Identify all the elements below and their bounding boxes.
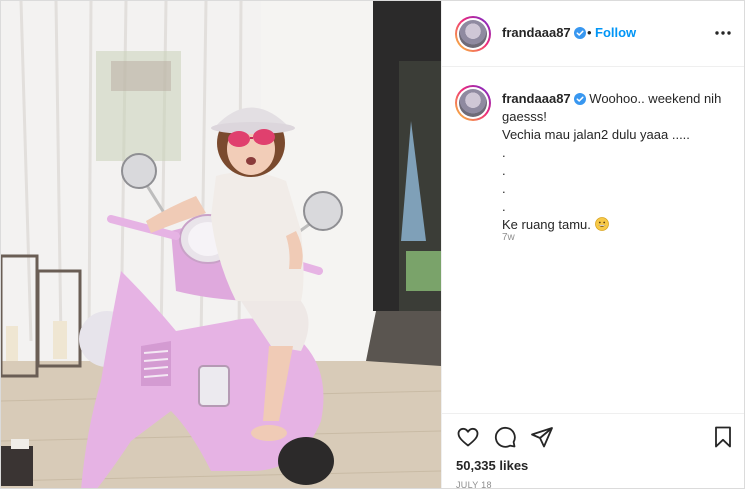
likes-count[interactable]: 50,335 likes — [456, 458, 528, 473]
header-username-text[interactable]: frandaaa87 — [502, 25, 571, 40]
follow-button[interactable]: Follow — [595, 25, 636, 40]
verified-badge-icon — [573, 93, 586, 105]
caption-last-line: Ke ruang tamu. — [502, 216, 734, 234]
caption-text: frandaaa87 Woohoo.. weekend nih gaesss! … — [502, 90, 734, 234]
post-caption: frandaaa87 Woohoo.. weekend nih gaesss! … — [442, 68, 744, 412]
caption-first-line: frandaaa87 Woohoo.. weekend nih gaesss! — [502, 90, 734, 126]
heart-icon[interactable] — [456, 425, 480, 449]
photo-illustration — [1, 1, 441, 488]
paper-plane-icon[interactable] — [530, 425, 554, 449]
caption-line-5: . — [502, 181, 506, 196]
caption-line-2: Vechia mau jalan2 dulu yaaa ..... — [502, 127, 690, 142]
caption-avatar[interactable] — [455, 85, 491, 121]
separator-dot: • — [587, 25, 592, 40]
comment-icon[interactable] — [493, 425, 517, 449]
more-options-icon[interactable] — [713, 23, 733, 43]
caption-username[interactable]: frandaaa87 — [502, 91, 571, 106]
caption-line-3: . — [502, 145, 506, 160]
post-photo[interactable] — [1, 1, 441, 488]
caption-line-4: . — [502, 163, 506, 178]
post-time-ago[interactable]: 7w — [502, 232, 515, 243]
post-sidebar: frandaaa87 • Follow frandaaa87 Woohoo.. … — [441, 1, 744, 489]
header-username[interactable]: frandaaa87 — [502, 25, 586, 40]
avatar[interactable] — [455, 16, 491, 52]
caption-line-6: . — [502, 199, 506, 214]
post-actions: 50,335 likes JULY 18 — [442, 413, 744, 489]
grinning-face-emoji — [594, 217, 609, 231]
caption-line-7: Ke ruang tamu. — [502, 217, 591, 232]
verified-badge-icon — [573, 27, 586, 39]
bookmark-icon[interactable] — [711, 425, 735, 449]
instagram-post: frandaaa87 • Follow frandaaa87 Woohoo.. … — [0, 0, 745, 489]
post-date: JULY 18 — [456, 480, 492, 489]
post-header: frandaaa87 • Follow — [442, 1, 744, 67]
